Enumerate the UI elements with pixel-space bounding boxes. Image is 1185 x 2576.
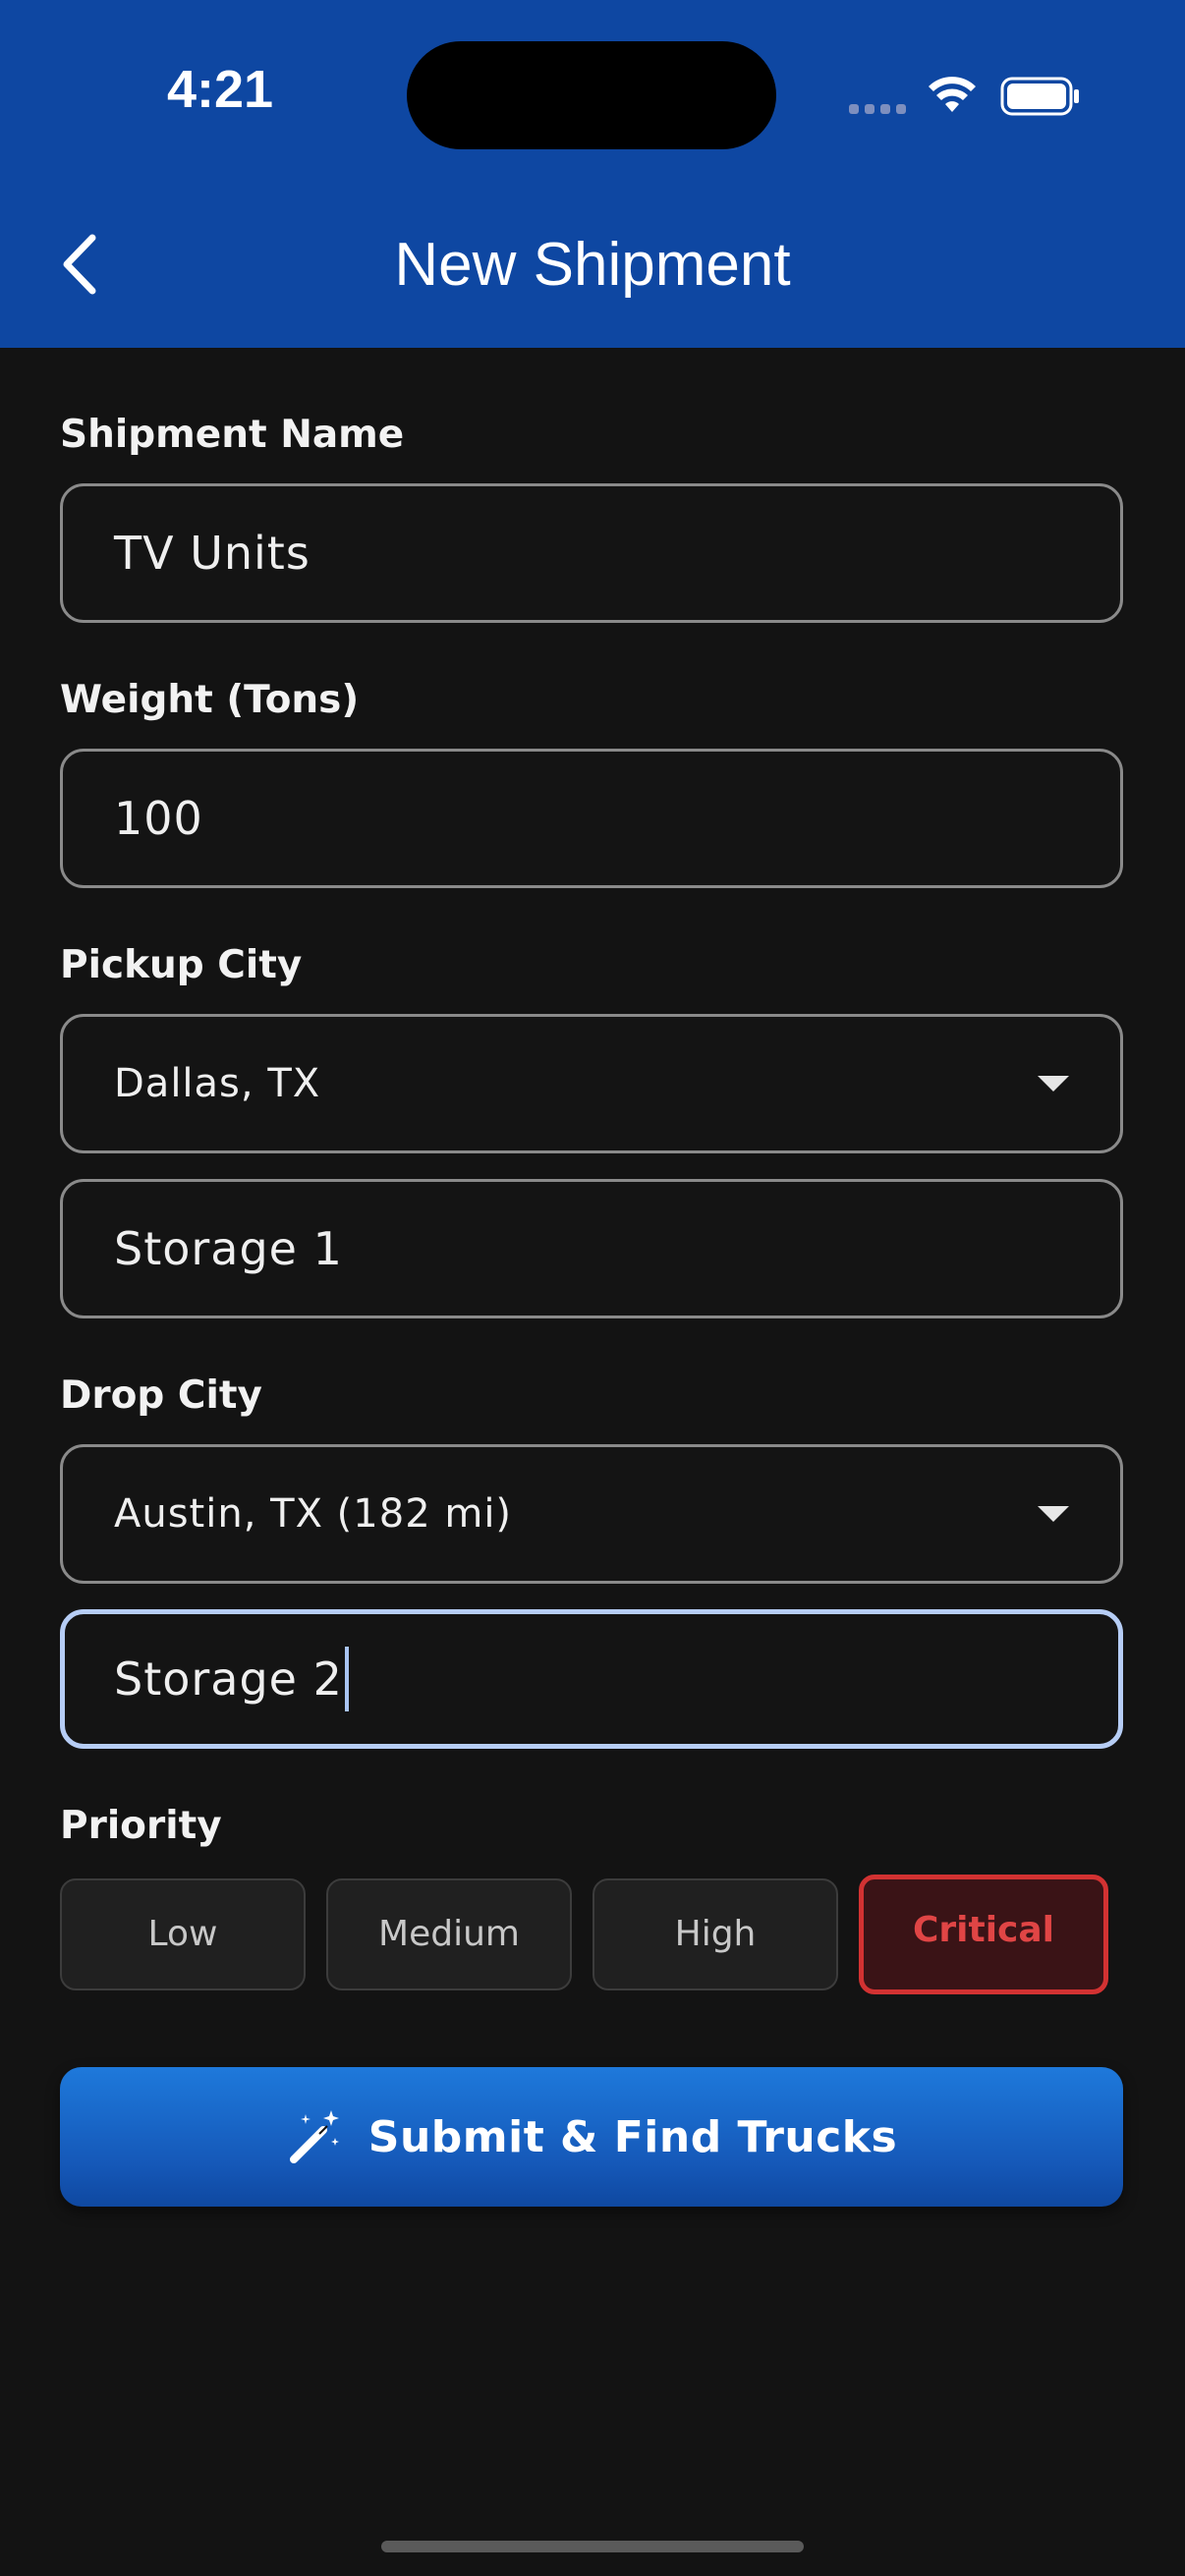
page-title: New Shipment: [394, 231, 791, 299]
priority-high-button[interactable]: High: [592, 1878, 838, 1990]
priority-low-button[interactable]: Low: [60, 1878, 306, 1990]
dynamic-island: [407, 41, 776, 149]
text-cursor: [344, 1646, 349, 1711]
drop-location-text: Storage 2: [114, 1652, 343, 1706]
wifi-icon: [929, 77, 976, 112]
shipment-name-input[interactable]: TV Units: [60, 483, 1123, 623]
pickup-city-value: Dallas, TX: [114, 1061, 321, 1106]
drop-city-select[interactable]: Austin, TX (182 mi): [60, 1444, 1123, 1584]
magic-wand-icon: [289, 2110, 339, 2163]
priority-label: Priority: [60, 1804, 222, 1848]
weight-label: Weight (Tons): [60, 678, 360, 722]
dropdown-arrow-icon: [1038, 1506, 1069, 1522]
priority-medium-button[interactable]: Medium: [326, 1878, 572, 1990]
drop-city-value: Austin, TX (182 mi): [114, 1491, 513, 1537]
weight-value: 100: [114, 792, 203, 845]
shipment-name-value: TV Units: [114, 527, 310, 580]
app-header: 4:21 New Shipment: [0, 0, 1185, 348]
dropdown-arrow-icon: [1038, 1076, 1069, 1092]
pickup-location-input[interactable]: Storage 1: [60, 1179, 1123, 1318]
submit-find-trucks-button[interactable]: Submit & Find Trucks: [60, 2067, 1123, 2207]
status-time: 4:21: [167, 60, 274, 119]
weight-input[interactable]: 100: [60, 749, 1123, 888]
drop-location-value: Storage 2: [114, 1614, 349, 1744]
shipment-name-label: Shipment Name: [60, 413, 405, 457]
priority-critical-button[interactable]: Critical: [859, 1875, 1108, 1994]
pickup-location-value: Storage 1: [114, 1222, 343, 1275]
submit-label: Submit & Find Trucks: [367, 2111, 898, 2162]
drop-location-input[interactable]: Storage 2: [60, 1609, 1123, 1749]
pickup-city-select[interactable]: Dallas, TX: [60, 1014, 1123, 1153]
pickup-city-label: Pickup City: [60, 943, 303, 987]
drop-city-label: Drop City: [60, 1373, 262, 1418]
cellular-signal-icon: [849, 104, 906, 114]
home-indicator[interactable]: [381, 2541, 804, 2552]
battery-icon: [1000, 77, 1079, 116]
